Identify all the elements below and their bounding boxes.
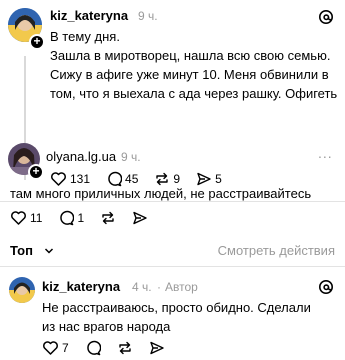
post-text: В тему дня. Зашла в миротворец, нашла вс… [50, 29, 338, 101]
share-button[interactable] [149, 340, 165, 356]
post-reply: kiz_kateryna 4 ч. · Автор Не расстраиваю… [0, 270, 345, 360]
comment-count: 1 [77, 211, 85, 225]
author-name[interactable]: kiz_kateryna [42, 279, 120, 294]
avatar[interactable] [9, 277, 35, 303]
threads-logo-icon [318, 9, 334, 25]
sort-label[interactable]: Топ [10, 243, 33, 258]
follow-plus-icon[interactable]: + [28, 164, 44, 180]
post-text: Не расстраиваюсь, просто обидно. Сделали… [42, 300, 311, 334]
repost-button[interactable] [117, 340, 133, 356]
post-actions: 7 [42, 339, 181, 357]
heart-icon [11, 211, 26, 225]
post-time: 9 ч. [121, 150, 141, 164]
comment-button[interactable] [85, 340, 101, 356]
divider [0, 266, 345, 267]
share-icon [149, 341, 164, 355]
author-name[interactable]: kiz_kateryna [50, 8, 128, 23]
like-count: 11 [30, 211, 43, 225]
more-options-icon[interactable]: ... [318, 145, 333, 161]
post-time: 4 ч. [132, 280, 152, 294]
post-actions: 11 1 [10, 209, 164, 227]
sort-bar: Топ Смотреть действия [0, 238, 345, 264]
like-button[interactable]: 11 [10, 210, 42, 226]
post-text: там много приличных людей, не расстраива… [10, 186, 312, 201]
post-time: 9 ч. [138, 9, 158, 23]
follow-plus-icon[interactable]: + [29, 34, 45, 50]
comment-icon [86, 340, 101, 356]
repost-icon [118, 341, 131, 355]
post-comment: + olyana.lg.ua 9 ч. ... там много прилич… [0, 140, 345, 236]
author-separator: · [157, 280, 161, 294]
author-name[interactable]: olyana.lg.ua [46, 149, 116, 164]
repost-button[interactable] [100, 210, 116, 226]
comment-icon [60, 210, 75, 226]
repost-icon [102, 211, 114, 225]
heart-icon [43, 341, 58, 355]
share-icon [133, 211, 147, 225]
threads-logo-icon [318, 279, 334, 295]
like-count: 7 [62, 341, 69, 355]
chevron-down-icon[interactable] [44, 243, 54, 259]
share-button[interactable] [132, 210, 148, 226]
comment-button[interactable]: 1 [58, 210, 84, 226]
view-activity-link[interactable]: Смотреть действия [218, 243, 335, 258]
like-button[interactable]: 7 [42, 340, 69, 356]
author-tag: Автор [165, 280, 198, 294]
